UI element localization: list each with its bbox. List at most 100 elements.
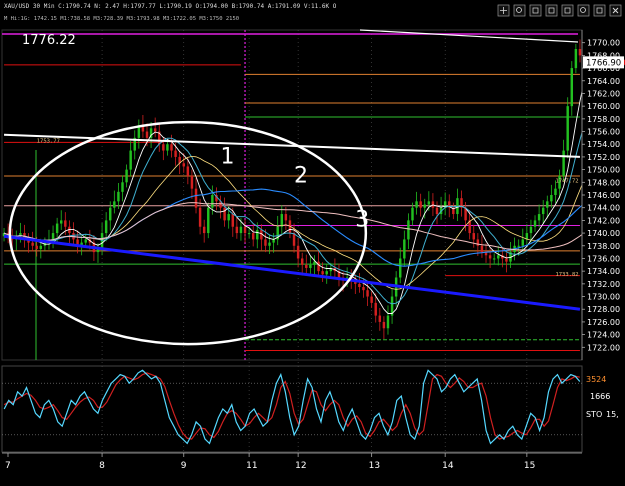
price-tick-label: 1738.00 bbox=[587, 242, 620, 251]
candle-body bbox=[55, 223, 59, 234]
price-tick-label: 1740.00 bbox=[587, 229, 620, 238]
pin-icon[interactable] bbox=[545, 4, 558, 17]
candle-body bbox=[174, 150, 177, 157]
day-label: 11 bbox=[246, 461, 257, 471]
candle-body bbox=[362, 287, 365, 291]
candle-body bbox=[541, 207, 545, 215]
last-price-label: 1776.22 bbox=[22, 33, 76, 48]
header-line-1: XAU/USD 30 Min C:1790.74 N: 2.47 H:1797.… bbox=[4, 3, 337, 10]
candle-body bbox=[317, 261, 320, 272]
day-label: 8 bbox=[99, 461, 105, 471]
magnifier-icon[interactable] bbox=[513, 4, 526, 17]
candle-body bbox=[31, 242, 34, 246]
candle-body bbox=[550, 195, 553, 202]
day-label: 9 bbox=[181, 461, 187, 471]
close-icon[interactable] bbox=[609, 4, 622, 17]
candle-body bbox=[497, 255, 500, 259]
stoch-name: STO bbox=[586, 410, 602, 419]
candle-body bbox=[109, 207, 112, 221]
candle-body bbox=[321, 271, 324, 275]
price-tick-label: 1750.00 bbox=[587, 166, 620, 175]
candle-body bbox=[272, 239, 275, 243]
bar-icon[interactable] bbox=[561, 4, 574, 17]
candle-body bbox=[104, 220, 108, 234]
candle-body bbox=[117, 191, 120, 202]
annotation-number: 2 bbox=[294, 163, 308, 188]
candle-body bbox=[537, 214, 541, 221]
expand-icon-frame bbox=[593, 4, 606, 17]
candle-body bbox=[370, 296, 373, 303]
price-tick-label: 1724.00 bbox=[587, 331, 620, 340]
trading-chart[interactable]: 1231747.721733.821753.77 1722.001724.001… bbox=[0, 0, 625, 486]
expand-icon[interactable] bbox=[593, 4, 606, 17]
current-price-label: 1766.90 bbox=[586, 58, 621, 68]
candle-body bbox=[517, 245, 520, 247]
candle-body bbox=[529, 226, 533, 234]
candle-body bbox=[84, 239, 87, 243]
day-label: 14 bbox=[442, 461, 454, 471]
price-tick-label: 1764.00 bbox=[587, 77, 620, 86]
price-tick-label: 1756.00 bbox=[587, 128, 620, 137]
candle-body bbox=[492, 258, 496, 260]
price-tick-label: 1760.00 bbox=[587, 102, 620, 111]
zoom-icon-frame bbox=[577, 4, 590, 17]
candle-body bbox=[268, 242, 271, 246]
candle-body bbox=[399, 258, 402, 278]
candle-body bbox=[243, 226, 247, 234]
candle-body bbox=[472, 233, 475, 240]
candle-body bbox=[415, 201, 418, 208]
crosshair-icon[interactable] bbox=[497, 4, 510, 17]
candle-body bbox=[296, 245, 300, 259]
candle-body bbox=[358, 283, 361, 288]
day-label: 12 bbox=[295, 461, 306, 471]
candle-body bbox=[292, 233, 296, 246]
level-price-tag: 1753.77 bbox=[37, 138, 60, 144]
candle-body bbox=[574, 49, 578, 69]
candle-body bbox=[166, 144, 169, 151]
price-axis: 1722.00 1724.00 1726.00 1728.00 1730.00 1732.… bbox=[581, 30, 625, 360]
price-tick-label: 1734.00 bbox=[587, 267, 620, 276]
price-tick-label: 1730.00 bbox=[587, 293, 620, 302]
candle-body bbox=[198, 207, 202, 227]
candle-body bbox=[194, 188, 198, 208]
candle-body bbox=[129, 150, 132, 170]
candle-body bbox=[256, 229, 259, 240]
candle-body bbox=[419, 201, 422, 208]
candle-body bbox=[207, 207, 210, 234]
candle-body bbox=[51, 233, 55, 240]
candle-body bbox=[382, 321, 386, 329]
header-line-2: M Hi:1G: 1742.15 M1:738.58 M3:728.39 M3:… bbox=[4, 16, 239, 22]
price-tick-label: 1752.00 bbox=[587, 153, 620, 162]
candle-body bbox=[235, 226, 239, 234]
candle-body bbox=[411, 207, 414, 221]
candle-body bbox=[284, 214, 288, 221]
candle-body bbox=[423, 204, 426, 208]
candle-body bbox=[366, 290, 369, 297]
price-tick-label: 1744.00 bbox=[587, 204, 620, 213]
candle-body bbox=[578, 49, 582, 56]
price-tick-label: 1742.00 bbox=[587, 216, 620, 225]
candle-body bbox=[125, 169, 128, 183]
candle-body bbox=[239, 226, 243, 234]
level-price-tag: 1747.72 bbox=[555, 178, 578, 184]
candle-body bbox=[300, 258, 304, 265]
candle-body bbox=[231, 214, 234, 227]
annotation-number: 3 bbox=[355, 208, 369, 233]
candle-body bbox=[264, 239, 267, 246]
candle-body bbox=[309, 264, 312, 268]
candle-body bbox=[325, 271, 328, 275]
zoom-icon[interactable] bbox=[577, 4, 590, 17]
price-tick-label: 1758.00 bbox=[587, 115, 620, 124]
price-tick-label: 1722.00 bbox=[587, 343, 620, 352]
candle-body bbox=[153, 128, 157, 132]
candle-body bbox=[431, 201, 435, 208]
candle-body bbox=[280, 214, 284, 227]
pin-icon-frame bbox=[545, 4, 558, 17]
day-label: 7 bbox=[5, 461, 11, 471]
price-tick-label: 1728.00 bbox=[587, 305, 620, 314]
stoch-value: 15, bbox=[606, 410, 619, 419]
candle-body bbox=[407, 220, 410, 240]
candle-body bbox=[60, 220, 63, 224]
cursor-icon[interactable] bbox=[529, 4, 542, 17]
candle-body bbox=[64, 220, 67, 227]
